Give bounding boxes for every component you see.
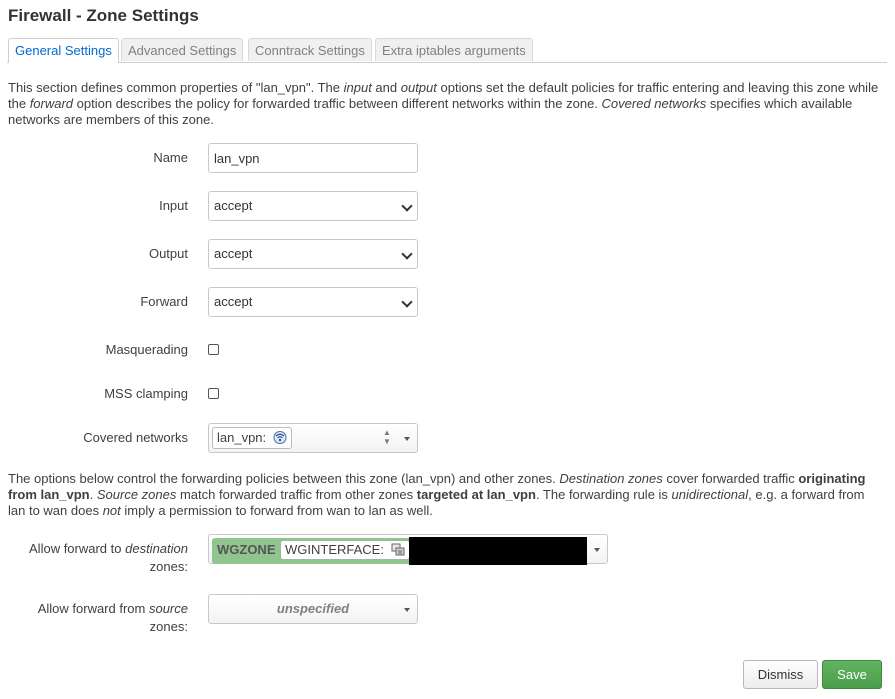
forwarding-description: The options below control the forwarding…	[8, 471, 866, 518]
dest-zones-row: Allow forward to destination zones: WGZON…	[0, 534, 895, 574]
network-icon	[391, 543, 405, 556]
dropdown-caret-icon	[404, 608, 410, 612]
dest-zones-dropdown[interactable]: WGZONE WGINTERFACE:	[208, 534, 608, 565]
redacted-area	[409, 537, 587, 565]
dest-zones-label: Allow forward to destination zones:	[29, 541, 188, 574]
chevron-down-icon	[401, 296, 413, 308]
tab-advanced-settings[interactable]: Advanced Settings	[121, 38, 244, 61]
wireless-icon	[273, 431, 287, 444]
src-zones-label: Allow forward from source zones:	[37, 601, 188, 634]
tab-extra-iptables-arguments[interactable]: Extra iptables arguments	[375, 38, 533, 61]
forward-policy-select[interactable]: accept	[208, 287, 418, 317]
masquerading-label: Masquerading	[105, 342, 188, 357]
tab-bar: General Settings Advanced Settings Connt…	[7, 38, 887, 63]
tab-general-settings[interactable]: General Settings	[8, 38, 119, 63]
forward-label: Forward	[140, 294, 188, 309]
output-label: Output	[148, 246, 188, 261]
covered-network-chip[interactable]: lan_vpn:	[212, 427, 292, 449]
chevron-down-icon	[401, 200, 413, 212]
spin-arrows-icon[interactable]: ▲ ▼	[383, 428, 391, 446]
input-label: Input	[159, 198, 188, 213]
section-description: This section defines common properties o…	[8, 80, 879, 127]
mss-clamping-label: MSS clamping	[104, 386, 188, 401]
output-row: Output accept	[0, 239, 895, 269]
covered-networks-label: Covered networks	[83, 430, 188, 445]
dest-zone-chip[interactable]: WGZONE WGINTERFACE:	[212, 538, 410, 564]
chevron-down-icon	[401, 248, 413, 260]
dismiss-button[interactable]: Dismiss	[743, 660, 818, 689]
covered-networks-dropdown[interactable]: lan_vpn: ▲ ▼	[208, 423, 418, 453]
forward-row: Forward accept	[0, 287, 895, 317]
input-policy-select[interactable]: accept	[208, 191, 418, 221]
save-button[interactable]: Save	[822, 660, 882, 689]
tab-conntrack-settings[interactable]: Conntrack Settings	[248, 38, 372, 61]
src-zones-dropdown[interactable]: unspecified	[208, 594, 418, 624]
dropdown-caret-icon	[404, 437, 410, 441]
dest-zone-interface: WGINTERFACE:	[280, 540, 410, 560]
covered-networks-row: Covered networks lan_vpn: ▲ ▼	[0, 423, 895, 453]
input-row: Input accept	[0, 191, 895, 221]
src-zones-value: unspecified	[276, 601, 350, 616]
mss-clamping-checkbox[interactable]	[208, 388, 219, 399]
page-title: Firewall - Zone Settings	[8, 6, 199, 25]
src-zones-row: Allow forward from source zones: unspecif…	[0, 594, 895, 634]
name-input[interactable]	[208, 143, 418, 173]
name-label: Name	[153, 150, 188, 165]
output-policy-select[interactable]: accept	[208, 239, 418, 269]
masquerading-checkbox[interactable]	[208, 344, 219, 355]
dropdown-caret-icon	[594, 548, 600, 552]
